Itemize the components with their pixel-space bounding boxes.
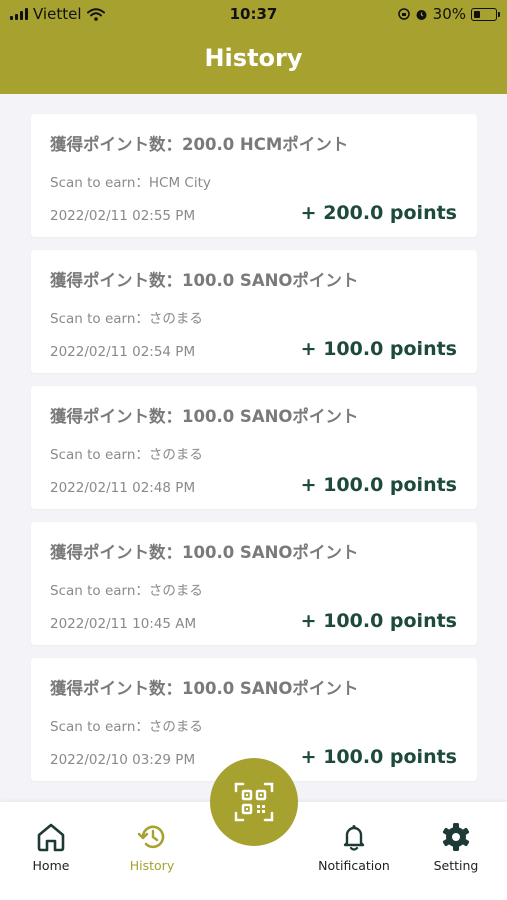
scan-location: HCM City	[148, 175, 211, 191]
page-title: History	[204, 44, 303, 72]
card-points: + 100.0 points	[300, 746, 457, 768]
history-card[interactable]: 獲得ポイント数：100.0 SANOポイント Scan to earn：さのまる…	[31, 522, 477, 645]
battery-icon	[471, 7, 500, 21]
card-points: + 200.0 points	[300, 202, 457, 224]
scan-label: Scan to earn	[50, 311, 136, 327]
tab-history-label: History	[129, 858, 175, 873]
bell-icon	[343, 825, 365, 851]
card-date: 2022/02/11 02:54 PM	[50, 344, 196, 360]
history-card[interactable]: 獲得ポイント数：100.0 SANOポイント Scan to earn：さのまる…	[31, 250, 477, 373]
scan-location: さのまる	[148, 447, 203, 463]
tab-notification-label: Notification	[318, 858, 390, 873]
card-scan-info: Scan to earn：さのまる	[50, 583, 203, 599]
gear-icon	[442, 823, 470, 851]
scan-label: Scan to earn	[50, 583, 136, 599]
card-title: 獲得ポイント数：200.0 HCMポイント	[50, 135, 349, 154]
qr-scan-button[interactable]	[210, 758, 298, 846]
card-title: 獲得ポイント数：100.0 SANOポイント	[50, 407, 359, 426]
scan-location: さのまる	[148, 311, 203, 327]
home-icon	[37, 823, 65, 852]
tab-setting[interactable]: Setting	[411, 822, 501, 873]
card-title: 獲得ポイント数：100.0 SANOポイント	[50, 543, 359, 562]
card-points: + 100.0 points	[300, 474, 457, 496]
orientation-lock-icon	[397, 8, 410, 20]
history-icon	[137, 825, 165, 849]
status-bar: Viettel 10:37 30%	[0, 0, 507, 30]
scan-label: Scan to earn	[50, 175, 136, 191]
card-title: 獲得ポイント数：100.0 SANOポイント	[50, 271, 359, 290]
scan-label: Scan to earn	[50, 447, 136, 463]
tab-setting-label: Setting	[433, 858, 479, 873]
card-date: 2022/02/11 02:48 PM	[50, 480, 196, 496]
scan-location: さのまる	[148, 719, 203, 735]
app-header: Viettel 10:37 30% History	[0, 0, 507, 94]
card-scan-info: Scan to earn：さのまる	[50, 447, 203, 463]
card-points: + 100.0 points	[300, 610, 457, 632]
history-card[interactable]: 獲得ポイント数：200.0 HCMポイント Scan to earn：HCM C…	[31, 114, 477, 237]
card-title: 獲得ポイント数：100.0 SANOポイント	[50, 679, 359, 698]
card-scan-info: Scan to earn：HCM City	[50, 175, 211, 191]
history-list: 獲得ポイント数：200.0 HCMポイント Scan to earn：HCM C…	[31, 114, 477, 794]
tab-history[interactable]: History	[107, 822, 197, 873]
card-date: 2022/02/11 02:55 PM	[50, 208, 196, 224]
card-scan-info: Scan to earn：さのまる	[50, 311, 203, 327]
tab-home-label: Home	[32, 858, 70, 873]
card-points: + 100.0 points	[300, 338, 457, 360]
card-scan-info: Scan to earn：さのまる	[50, 719, 203, 735]
card-date: 2022/02/10 03:29 PM	[50, 752, 196, 768]
alarm-icon	[416, 9, 427, 20]
battery-percent: 30%	[432, 5, 466, 23]
tab-notification[interactable]: Notification	[309, 822, 399, 873]
scan-label: Scan to earn	[50, 719, 136, 735]
qr-code-icon	[234, 782, 274, 822]
tab-home[interactable]: Home	[6, 822, 96, 873]
scan-location: さのまる	[148, 583, 203, 599]
card-date: 2022/02/11 10:45 AM	[50, 616, 197, 632]
history-card[interactable]: 獲得ポイント数：100.0 SANOポイント Scan to earn：さのまる…	[31, 386, 477, 509]
